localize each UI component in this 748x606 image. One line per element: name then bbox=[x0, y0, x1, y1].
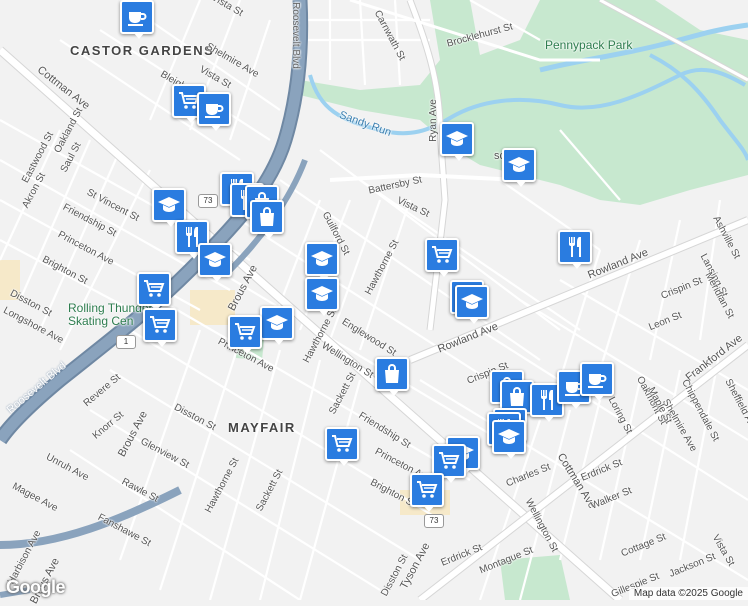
area-label-mayfair: MAYFAIR bbox=[228, 420, 296, 435]
route-73-shield: 73 bbox=[198, 194, 218, 208]
graduation-cap-icon bbox=[460, 290, 484, 314]
graduation-cap-icon bbox=[445, 127, 469, 151]
poi-pin-shopping-cart[interactable] bbox=[325, 427, 359, 466]
poi-pin-shopping-bag[interactable] bbox=[250, 200, 284, 239]
map-canvas[interactable] bbox=[0, 0, 748, 600]
poi-pin-shopping-cart[interactable] bbox=[228, 315, 262, 354]
shopping-cart-icon bbox=[430, 243, 454, 267]
poi-pin-graduation-cap[interactable] bbox=[305, 242, 339, 281]
shopping-cart-icon bbox=[330, 432, 354, 456]
map-attribution: Map data ©2025 Google bbox=[628, 587, 748, 600]
cafe-icon bbox=[202, 97, 226, 121]
google-logo: Google bbox=[6, 577, 66, 597]
shopping-cart-icon bbox=[233, 320, 257, 344]
poi-pin-cafe[interactable] bbox=[197, 92, 231, 131]
shopping-bag-icon bbox=[380, 362, 404, 386]
poi-pin-shopping-cart[interactable] bbox=[425, 238, 459, 277]
poi-pin-graduation-cap[interactable] bbox=[198, 243, 232, 282]
park-label-pennypack[interactable]: Pennypack Park bbox=[545, 38, 632, 52]
poi-pin-shopping-bag[interactable] bbox=[375, 357, 409, 396]
poi-pin-cafe[interactable] bbox=[580, 362, 614, 401]
poi-pin-graduation-cap[interactable] bbox=[440, 122, 474, 161]
cafe-icon bbox=[585, 367, 609, 391]
shopping-bag-icon bbox=[505, 385, 529, 409]
route-73-shield-2: 73 bbox=[424, 514, 444, 528]
poi-pin-graduation-cap[interactable] bbox=[502, 148, 536, 187]
graduation-cap-icon bbox=[507, 153, 531, 177]
shopping-cart-icon bbox=[142, 277, 166, 301]
poi-pin-graduation-cap[interactable] bbox=[455, 285, 489, 324]
graduation-cap-icon bbox=[310, 247, 334, 271]
route-1-shield: 1 bbox=[116, 335, 136, 349]
poi-pin-graduation-cap[interactable] bbox=[492, 420, 526, 459]
shopping-cart-icon bbox=[437, 449, 461, 473]
area-label-castor-gardens: CASTOR GARDENS bbox=[70, 43, 215, 58]
poi-pin-shopping-cart[interactable] bbox=[143, 308, 177, 347]
residential-block bbox=[300, 0, 440, 90]
poi-pin-shopping-cart[interactable] bbox=[410, 473, 444, 512]
street-label-roosevelt-blvd: Roosevelt Blvd bbox=[289, 2, 301, 69]
cafe-icon bbox=[125, 5, 149, 29]
poi-pin-cafe[interactable] bbox=[120, 0, 154, 39]
poi-pin-shopping-cart[interactable] bbox=[137, 272, 171, 311]
shopping-cart-icon bbox=[148, 313, 172, 337]
graduation-cap-icon bbox=[157, 193, 181, 217]
graduation-cap-icon bbox=[265, 311, 289, 335]
shopping-bag-icon bbox=[255, 205, 279, 229]
poi-pin-graduation-cap[interactable] bbox=[260, 306, 294, 345]
restaurant-icon bbox=[535, 388, 559, 412]
street-label-ryan: Ryan Ave bbox=[427, 99, 439, 142]
shopping-cart-icon bbox=[415, 478, 439, 502]
poi-pin-graduation-cap[interactable] bbox=[305, 277, 339, 316]
graduation-cap-icon bbox=[310, 282, 334, 306]
restaurant-icon bbox=[563, 235, 587, 259]
graduation-cap-icon bbox=[203, 248, 227, 272]
poi-pin-restaurant[interactable] bbox=[558, 230, 592, 269]
poi-pin-graduation-cap[interactable] bbox=[152, 188, 186, 227]
graduation-cap-icon bbox=[497, 425, 521, 449]
